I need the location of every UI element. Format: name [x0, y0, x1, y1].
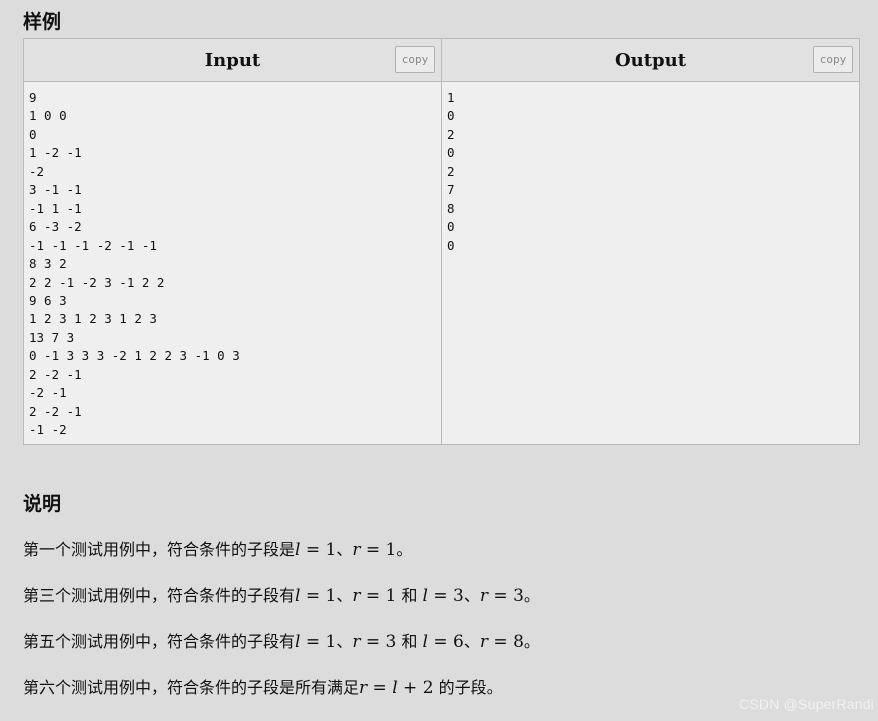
math-expression: l = 1 [295, 586, 337, 606]
note-text: 第六个测试用例中，符合条件的子段是所有满足 [23, 678, 360, 697]
code-line: 2 [447, 163, 455, 179]
math-expression: r = 3 [479, 586, 524, 606]
math-expression: l = 3 [422, 586, 464, 606]
input-column: Input copy 9 1 0 0 0 1 -2 -1 -2 3 -1 -1 -1 1 -… [24, 39, 441, 444]
code-line: 8 [447, 200, 455, 216]
code-line: 7 [447, 182, 455, 198]
math-expression: r = 3 [352, 632, 397, 652]
note-heading: 说明 [23, 493, 62, 515]
code-line: -1 1 -1 [29, 200, 82, 216]
code-line: -2 [29, 163, 45, 179]
code-line: 0 [447, 108, 455, 124]
note-paragraph-2: 第三个测试用例中，符合条件的子段有l = 1、r = 1 和 l = 3、r =… [23, 586, 540, 606]
math-expression: r = 8 [479, 632, 524, 652]
input-header: Input copy [24, 39, 441, 82]
code-line: 9 6 3 [29, 292, 67, 308]
input-copy-button[interactable]: copy [395, 46, 435, 73]
code-line: -1 -2 [29, 422, 67, 438]
code-line: 2 -2 -1 [29, 403, 82, 419]
watermark: CSDN @SuperRandi [739, 696, 874, 712]
code-line: 0 [447, 237, 455, 253]
code-line: -2 -1 [29, 385, 67, 401]
code-line: -1 -1 -1 -2 -1 -1 [29, 237, 157, 253]
math-expression: r = l + 2 [359, 678, 434, 698]
note-paragraph-1: 第一个测试用例中，符合条件的子段是l = 1、r = 1。 [23, 540, 413, 560]
note-text: 第五个测试用例中，符合条件的子段有 [23, 632, 296, 651]
sample-table: Input copy 9 1 0 0 0 1 -2 -1 -2 3 -1 -1 -1 1 -… [23, 38, 860, 445]
sample-heading: 样例 [23, 11, 62, 33]
code-line: 1 [447, 90, 455, 105]
output-copy-button[interactable]: copy [813, 46, 853, 73]
output-header: Output copy [442, 39, 859, 82]
math-expression: r = 1 [352, 540, 397, 560]
code-line: 2 -2 -1 [29, 366, 82, 382]
note-paragraph-4: 第六个测试用例中，符合条件的子段是所有满足r = l + 2 的子段。 [23, 678, 503, 698]
code-line: 0 -1 3 3 3 -2 1 2 2 3 -1 0 3 [29, 348, 240, 364]
output-body[interactable]: 1 0 2 0 2 7 8 0 0 [442, 82, 859, 444]
output-title: Output [614, 49, 687, 71]
note-text: 第三个测试用例中，符合条件的子段有 [23, 586, 296, 605]
math-expression: l = 6 [422, 632, 464, 652]
code-line: 0 [447, 219, 455, 235]
code-line: 6 -3 -2 [29, 219, 82, 235]
code-line: 13 7 3 [29, 329, 75, 345]
note-text: 第一个测试用例中，符合条件的子段是 [23, 540, 296, 559]
code-line: 0 [29, 126, 37, 142]
note-paragraph-3: 第五个测试用例中，符合条件的子段有l = 1、r = 3 和 l = 6、r =… [23, 632, 540, 652]
input-body[interactable]: 9 1 0 0 0 1 -2 -1 -2 3 -1 -1 -1 1 -1 6 -3 -2 -1 … [24, 82, 441, 444]
math-expression: l = 1 [295, 632, 337, 652]
math-expression: r = 1 [352, 586, 397, 606]
code-line: 9 [29, 90, 37, 105]
code-line: 8 3 2 [29, 256, 67, 272]
input-title: Input [204, 49, 261, 71]
code-line: 2 2 -1 -2 3 -1 2 2 [29, 274, 165, 290]
code-line: 3 -1 -1 [29, 182, 82, 198]
code-line: 1 0 0 [29, 108, 67, 124]
code-line: 1 2 3 1 2 3 1 2 3 [29, 311, 157, 327]
code-line: 1 -2 -1 [29, 145, 82, 161]
math-expression: l = 1 [295, 540, 337, 560]
output-column: Output copy 1 0 2 0 2 7 8 0 0 [441, 39, 859, 444]
code-line: 2 [447, 126, 455, 142]
code-line: 0 [447, 145, 455, 161]
